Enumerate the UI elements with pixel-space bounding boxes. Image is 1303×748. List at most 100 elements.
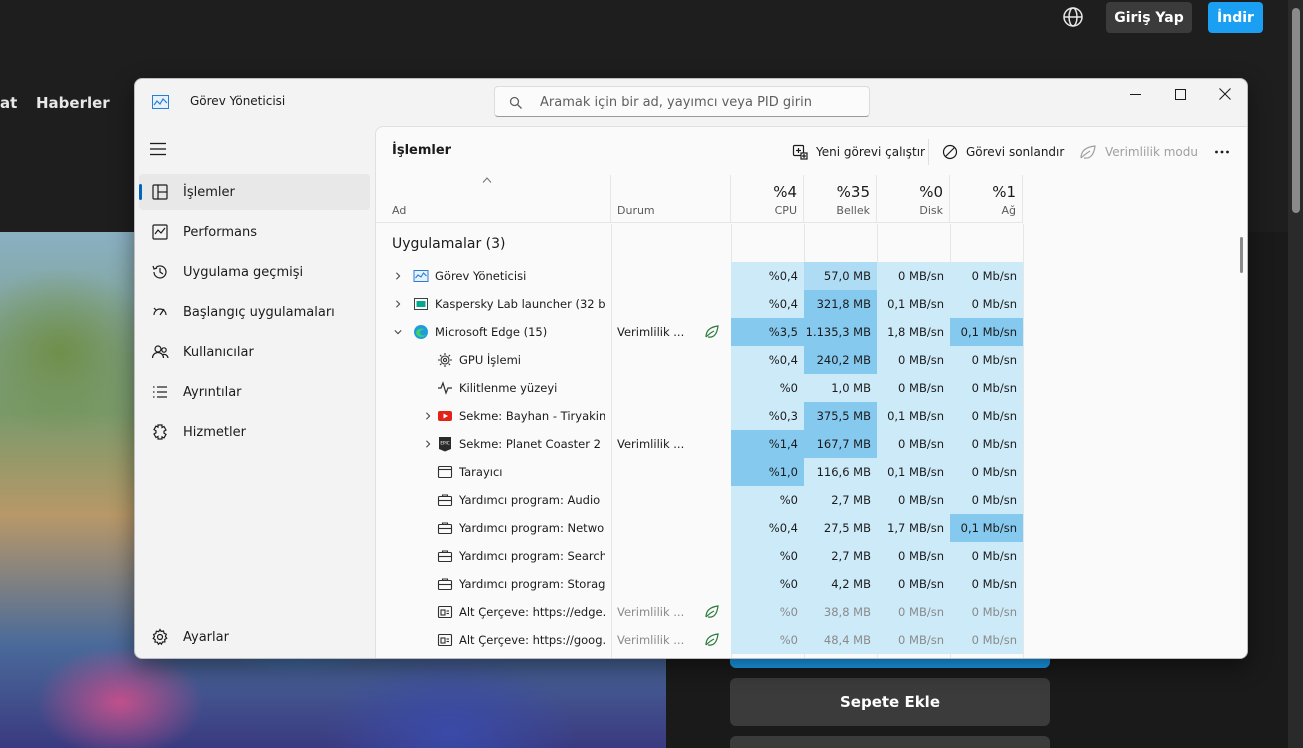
process-name: Kilitlenme yüzeyi [459, 381, 558, 395]
table-row[interactable]: EPIC Sekme: Planet Coaster 2 i... Verimlil… [376, 430, 1238, 458]
table-row[interactable]: Kaspersky Lab launcher (32 bit... %0,4321… [376, 290, 1238, 318]
process-mem: 1.135,3 MB [804, 318, 877, 346]
sidebar-item-processes[interactable]: İşlemler [139, 174, 370, 210]
process-name: Tarayıcı [459, 465, 503, 479]
process-mem: 27,5 MB [804, 514, 877, 542]
table-row[interactable]: Kilitlenme yüzeyi %0 1,0 MB 0 MB/sn 0 Mb/sn [376, 374, 1238, 402]
table-row[interactable]: Tarayıcı %1,0 116,6 MB 0,1 MB/sn 0 Mb/sn [376, 458, 1238, 486]
process-name: Yardımcı program: Netwo... [459, 521, 605, 535]
column-header-network[interactable]: %1 Ağ [950, 175, 1023, 223]
process-status: Verimlilik ... [617, 437, 685, 451]
table-row[interactable]: Alt Çerçeve: https://edge... Verimlilik .… [376, 598, 1238, 626]
process-cpu: %0 [731, 374, 804, 402]
process-mem: 48,4 MB [804, 626, 877, 654]
sidebar-item-users[interactable]: Kullanıcılar [139, 334, 370, 370]
disk-total: %0 [919, 183, 943, 201]
column-header-name[interactable]: Ad [376, 175, 611, 223]
column-header-disk[interactable]: %0 Disk [877, 175, 950, 223]
process-cpu: %0 [731, 486, 804, 514]
sidebar-item-performance[interactable]: Performans [139, 214, 370, 250]
add-to-cart-button[interactable]: Sepete Ekle [730, 678, 1050, 726]
table-row[interactable]: Yardımcı program: Storag... %0 4,2 MB 0 MB/… [376, 570, 1238, 598]
process-cpu: %1,4 [731, 430, 804, 458]
close-button[interactable] [1202, 79, 1247, 109]
process-disk: 0 MB/sn [877, 626, 950, 654]
maximize-button[interactable] [1157, 79, 1203, 109]
processes-icon [151, 183, 169, 201]
table-scrollbar[interactable] [1240, 237, 1243, 273]
chevron-right-icon[interactable] [424, 411, 432, 421]
process-status [617, 514, 687, 542]
utility-briefcase-icon [437, 548, 453, 564]
search-input[interactable] [540, 92, 860, 112]
subframe-icon [437, 632, 453, 648]
process-disk: 1,7 MB/sn [877, 514, 950, 542]
process-net: 0 Mb/sn [950, 346, 1023, 374]
table-row[interactable]: Görev Yöneticisi %0,4 57,0 MB 0 MB/sn 0 Mb/s… [376, 262, 1238, 290]
end-task-icon [942, 144, 958, 160]
table-row[interactable]: Alt Çerçeve: https://goog... Verimlilik .… [376, 626, 1238, 654]
globe-icon[interactable] [1062, 6, 1084, 28]
sidebar-item-label: Ayarlar [183, 629, 229, 645]
process-cpu: %0 [731, 626, 804, 654]
chevron-right-icon[interactable] [424, 439, 432, 449]
process-mem: 4,2 MB [804, 570, 877, 598]
cpu-total: %4 [773, 183, 797, 201]
sidebar-item-label: Ayrıntılar [183, 384, 242, 400]
process-net: 0 Mb/sn [950, 458, 1023, 486]
process-disk: 0 MB/sn [877, 570, 950, 598]
process-disk: 0 MB/sn [877, 346, 950, 374]
table-row[interactable]: Yardımcı program: Search... %0 2,7 MB 0 MB/… [376, 542, 1238, 570]
column-header-status[interactable]: Durum [611, 175, 731, 223]
efficiency-mode-label: Verimlilik modu [1105, 145, 1198, 159]
table-row[interactable]: Microsoft Edge (15) Verimlilik ... %3,5 1.1… [376, 318, 1238, 346]
process-name: Alt Çerçeve: https://goog... [459, 633, 605, 647]
table-row[interactable]: Sekme: Bayhan - Tiryakini... %0,3 375,5 MB… [376, 402, 1238, 430]
utility-briefcase-icon [437, 520, 453, 536]
sidebar-item-startup[interactable]: Başlangıç uygulamaları [139, 294, 370, 330]
process-status: Verimlilik ... [617, 605, 685, 619]
page-scrollbar-thumb[interactable] [1292, 8, 1300, 213]
process-mem: 2,7 MB [804, 542, 877, 570]
search-box[interactable] [494, 86, 870, 117]
end-task-button[interactable]: Görevi sonlandır [942, 139, 1064, 165]
table-row[interactable]: Yardımcı program: Audio ... %0 2,7 MB 0 MB/… [376, 486, 1238, 514]
process-disk: 0 MB/sn [877, 486, 950, 514]
process-net: 0 Mb/sn [950, 262, 1023, 290]
column-label: Ağ [1001, 204, 1016, 217]
sidebar-item-services[interactable]: Hizmetler [139, 414, 370, 450]
web-nav-item-news[interactable]: Haberler [36, 94, 110, 112]
process-net: 0 Mb/sn [950, 402, 1023, 430]
page-scrollbar[interactable] [1288, 0, 1303, 748]
sidebar-item-app-history[interactable]: Uygulama geçmişi [139, 254, 370, 290]
process-status: Verimlilik ... [617, 325, 685, 339]
process-status [617, 290, 687, 318]
process-cpu: %0 [731, 542, 804, 570]
column-label: CPU [774, 204, 797, 217]
column-header-cpu[interactable]: %4 CPU [731, 175, 804, 223]
process-status [617, 458, 687, 486]
download-button[interactable]: İndir [1208, 2, 1263, 33]
login-button[interactable]: Giriş Yap [1106, 2, 1192, 33]
process-net: 0,1 Mb/sn [950, 318, 1023, 346]
more-options-button[interactable] [1214, 139, 1238, 165]
table-row[interactable]: Yardımcı program: Netwo... %0,4 27,5 MB 1,7… [376, 514, 1238, 542]
chevron-right-icon[interactable] [394, 299, 402, 309]
wishlist-button[interactable] [730, 736, 1050, 748]
chevron-down-icon[interactable] [394, 327, 402, 337]
app-history-icon [151, 263, 169, 281]
chevron-right-icon[interactable] [394, 271, 402, 281]
hamburger-menu-icon[interactable] [149, 141, 167, 156]
sidebar-item-details[interactable]: Ayrıntılar [139, 374, 370, 410]
minimize-button[interactable] [1112, 79, 1158, 109]
web-nav-item-partial[interactable]: at [0, 94, 17, 112]
efficiency-leaf-icon [704, 324, 720, 340]
table-row[interactable]: GPU İşlemi %0,4 240,2 MB 0 MB/sn 0 Mb/sn [376, 346, 1238, 374]
efficiency-mode-button[interactable]: Verimlilik modu [1079, 139, 1198, 165]
run-new-task-button[interactable]: Yeni görevi çalıştır [792, 139, 925, 165]
sidebar-item-settings[interactable]: Ayarlar [139, 619, 370, 655]
process-net: 0 Mb/sn [950, 542, 1023, 570]
process-net: 0 Mb/sn [950, 570, 1023, 598]
column-header-memory[interactable]: %35 Bellek [804, 175, 877, 223]
edge-icon [413, 324, 429, 340]
